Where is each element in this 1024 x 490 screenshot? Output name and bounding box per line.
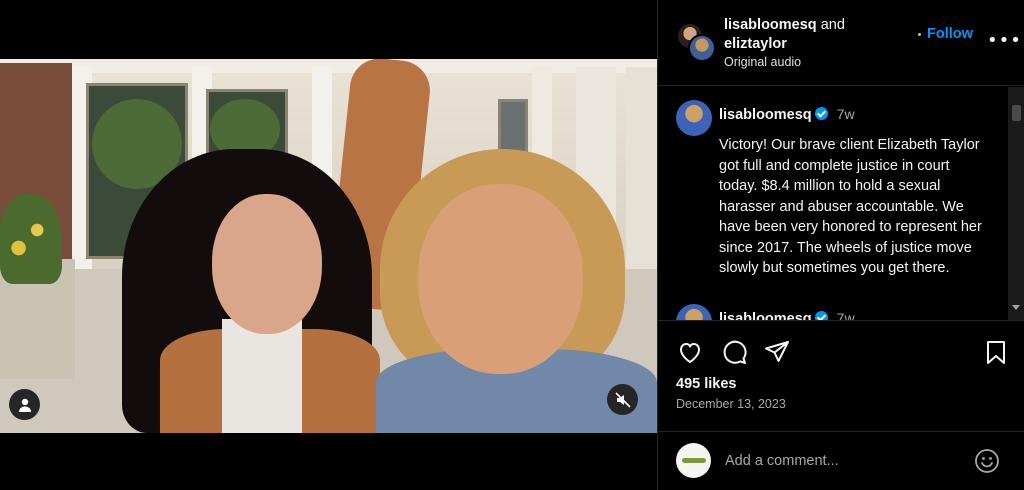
comment-text: Victory! Our brave client Elizabeth Tayl…: [719, 137, 982, 276]
audio-label[interactable]: Original audio: [724, 55, 801, 69]
collab-joiner: and: [820, 17, 845, 33]
comment-username[interactable]: lisabloomesq: [719, 311, 812, 320]
add-comment-bar: [658, 433, 1024, 490]
verified-badge-icon: [814, 311, 828, 320]
action-bar: 495 likes December 13, 2023: [658, 320, 1024, 432]
more-options-button[interactable]: •••: [987, 30, 1022, 51]
muted-speaker-icon: [614, 391, 631, 408]
flower-bed: [0, 194, 62, 284]
avatar: [688, 34, 716, 62]
follow-button[interactable]: Follow: [927, 26, 973, 42]
post-panel: lisabloomesq and eliztaylor Original aud…: [657, 0, 1024, 490]
post-date[interactable]: December 13, 2023: [676, 397, 786, 411]
person-right-face: [418, 184, 583, 374]
comments-scrollbar[interactable]: [1008, 87, 1024, 320]
likes-count[interactable]: 495 likes: [676, 376, 736, 392]
share-icon[interactable]: [763, 338, 791, 366]
avatar[interactable]: [676, 304, 712, 320]
avatar[interactable]: [676, 100, 712, 136]
comments-list[interactable]: lisabloomesq 7w Victory! Our brave client…: [658, 87, 1024, 320]
building-column: [626, 67, 657, 287]
collab-username[interactable]: eliztaylor: [724, 36, 787, 52]
comment-username[interactable]: lisabloomesq: [719, 107, 812, 123]
emoji-icon[interactable]: [974, 448, 1000, 474]
comment-input[interactable]: [725, 449, 955, 473]
author-username[interactable]: lisabloomesq: [724, 17, 817, 33]
comment-timestamp[interactable]: 7w: [837, 310, 855, 320]
user-icon: [18, 398, 31, 412]
scroll-down-arrow-icon[interactable]: [1012, 305, 1020, 310]
tagged-user-button[interactable]: [9, 389, 40, 420]
bookmark-icon[interactable]: [982, 338, 1010, 366]
comment-icon[interactable]: [720, 338, 748, 366]
avatar: [676, 443, 711, 478]
comment-timestamp[interactable]: 7w: [837, 106, 855, 122]
collab-avatars[interactable]: [676, 22, 716, 62]
post-header: lisabloomesq and eliztaylor Original aud…: [658, 0, 1024, 86]
verified-badge-icon: [814, 107, 828, 120]
media-pane: [0, 0, 657, 490]
person-left-face: [212, 194, 322, 334]
heart-icon[interactable]: [676, 338, 704, 366]
scrollbar-thumb[interactable]: [1012, 105, 1021, 121]
person-left-top: [222, 319, 302, 433]
mute-button[interactable]: [607, 384, 638, 415]
collab-names: lisabloomesq and eliztaylor: [724, 16, 845, 54]
separator-dot: [918, 33, 921, 36]
reel-video[interactable]: [0, 59, 657, 433]
